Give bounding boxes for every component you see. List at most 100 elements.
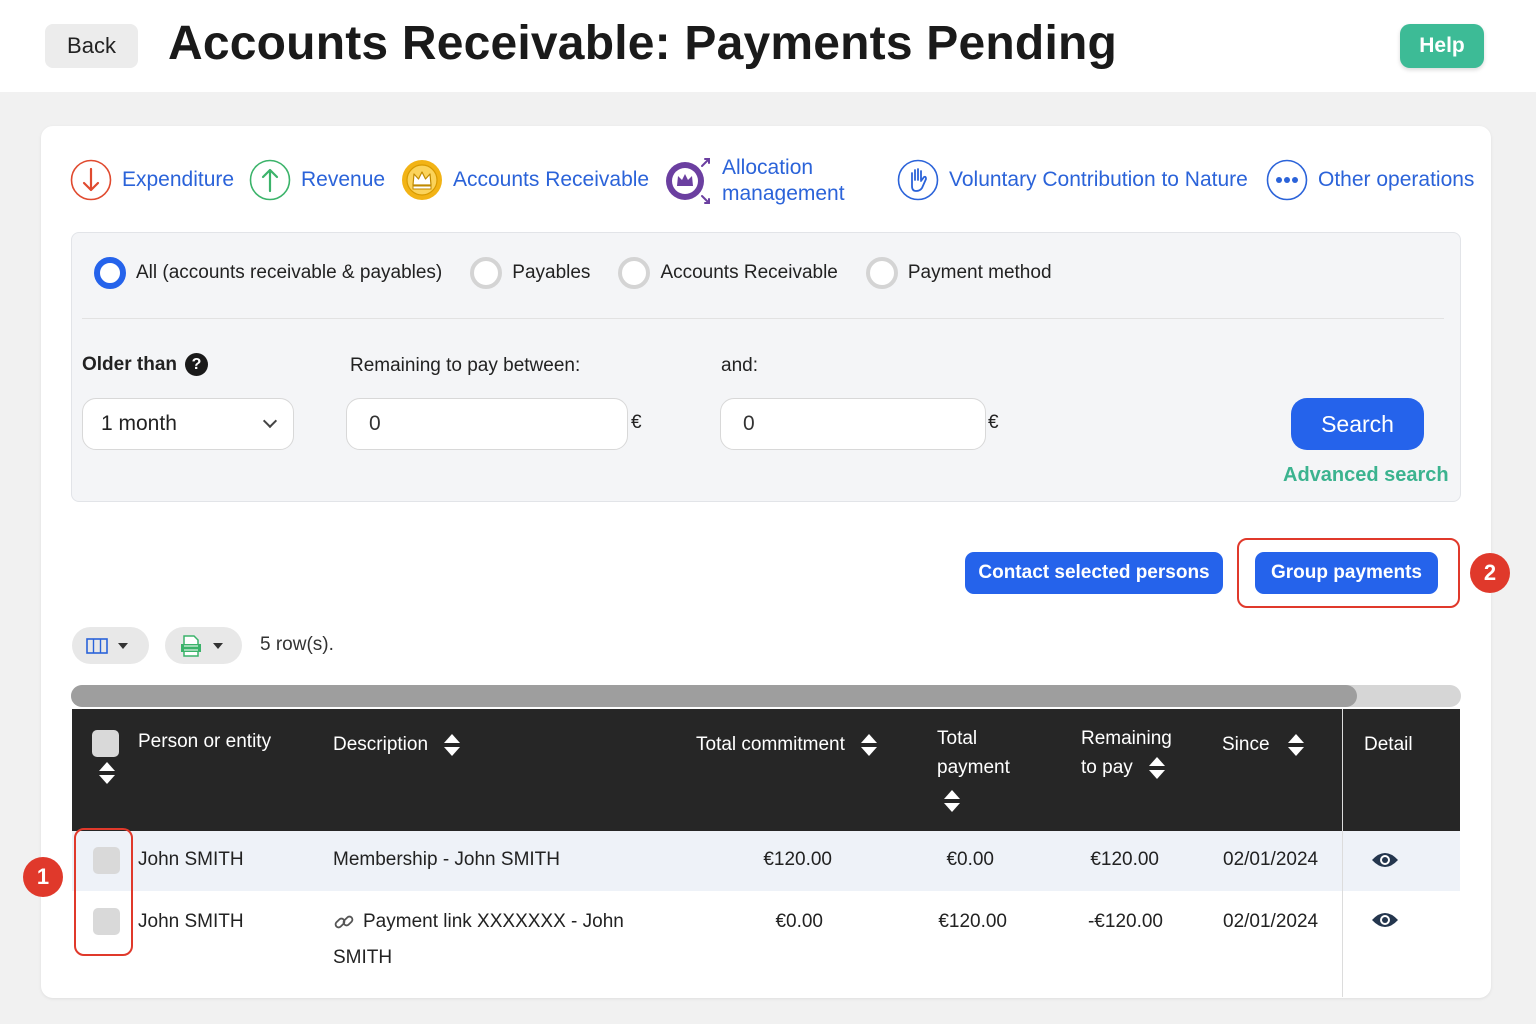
eye-icon[interactable] [1371, 911, 1399, 929]
nav-expenditure[interactable]: Expenditure [70, 159, 234, 201]
row-since: 02/01/2024 [1223, 911, 1319, 932]
back-button[interactable]: Back [45, 24, 138, 68]
help-question-icon[interactable]: ? [185, 353, 209, 376]
arrow-down-icon [70, 159, 112, 201]
nav-expenditure-label: Expenditure [122, 168, 235, 191]
row-count: 5 row(s). [260, 634, 334, 655]
sort-icon[interactable] [943, 790, 961, 812]
remaining-min-input[interactable] [346, 398, 628, 450]
col-total-commitment-label: Total commitment [696, 734, 845, 755]
row-total-commitment: €0.00 [775, 911, 823, 932]
col-description-label: Description [333, 734, 429, 755]
callout-badge-2: 2 [1470, 553, 1510, 593]
nav-accounts-receivable[interactable]: Accounts Receivable [401, 159, 649, 201]
row-description: Payment link XXXXXXX - John [363, 911, 624, 932]
row-description-line2: SMITH [333, 947, 393, 968]
nav-voluntary-contribution-label: Voluntary Contribution to Nature [949, 168, 1248, 191]
columns-menu-button[interactable] [72, 627, 149, 664]
caret-down-icon [118, 642, 128, 649]
columns-icon [86, 637, 108, 654]
col-total-payment-1[interactable]: Total [937, 724, 977, 753]
checkbox-highlight [74, 828, 133, 956]
export-menu-button[interactable] [165, 627, 242, 664]
col-remaining[interactable]: to pay [1081, 753, 1166, 782]
row-remaining: -€120.00 [1087, 911, 1163, 932]
nav-revenue-label: Revenue [301, 168, 386, 191]
arrow-up-icon [249, 159, 291, 201]
currency-label: € [631, 412, 642, 433]
col-since[interactable]: Since [1222, 730, 1305, 759]
row-since: 02/01/2024 [1223, 849, 1319, 870]
page-title: Accounts Receivable: Payments Pending [168, 17, 1118, 70]
chevron-down-icon [262, 413, 278, 429]
nav-voluntary-contribution[interactable]: Voluntary Contribution to Nature [897, 159, 1248, 201]
radio-payables-label: Payables [512, 262, 591, 283]
nav-other-operations[interactable]: Other operations [1266, 159, 1474, 201]
remaining-between-label: Remaining to pay between: [350, 355, 581, 376]
older-than-text: Older than [82, 353, 178, 375]
scrollbar-thumb[interactable] [71, 685, 1357, 707]
top-bar: Back Accounts Receivable: Payments Pendi… [0, 0, 1536, 92]
radio-unselected-icon [470, 257, 503, 289]
row-person: John SMITH [138, 911, 244, 932]
sort-icon[interactable] [860, 733, 878, 756]
row-total-commitment: €120.00 [763, 849, 832, 870]
col-person[interactable]: Person or entity [138, 727, 271, 756]
col-since-label: Since [1222, 734, 1270, 755]
table-row[interactable]: John SMITH Payment link XXXXXXX - John S… [72, 891, 1342, 983]
search-button[interactable]: Search [1291, 398, 1424, 450]
row-detail-cell [1343, 831, 1460, 891]
allocation-icon [666, 158, 710, 204]
older-than-select[interactable]: 1 month [82, 398, 294, 450]
nav-revenue[interactable]: Revenue [249, 159, 385, 201]
contact-selected-button[interactable]: Contact selected persons [965, 552, 1223, 594]
sort-icon[interactable] [98, 762, 116, 784]
radio-accounts-receivable[interactable]: Accounts Receivable [618, 257, 838, 289]
hand-icon [897, 159, 939, 201]
nav-allocation-management[interactable]: Allocation management [664, 155, 852, 207]
table-row[interactable]: John SMITH Membership - John SMITH €120.… [72, 831, 1342, 891]
caret-down-icon [213, 642, 223, 649]
older-than-label: Older than ? [82, 353, 209, 376]
col-remaining-2: to pay [1081, 757, 1133, 778]
sort-icon[interactable] [1287, 733, 1305, 756]
callout-badge-1: 1 [23, 857, 63, 897]
col-remaining-1[interactable]: Remaining [1081, 724, 1172, 753]
nav-other-operations-label: Other operations [1318, 168, 1475, 191]
select-all-checkbox[interactable] [92, 730, 119, 757]
radio-unselected-icon [618, 257, 651, 289]
radio-payables[interactable]: Payables [470, 257, 590, 289]
col-total-commitment[interactable]: Total commitment [696, 730, 878, 759]
row-description: Membership - John SMITH [333, 849, 561, 870]
row-total-payment: €120.00 [938, 911, 1007, 932]
more-dots-icon [1266, 159, 1308, 201]
row-total-payment: €0.00 [946, 849, 994, 870]
col-detail: Detail [1364, 734, 1413, 755]
radio-payment-method-label: Payment method [907, 262, 1052, 283]
spreadsheet-export-icon [181, 634, 201, 657]
radio-all-label: All (accounts receivable & payables) [136, 262, 443, 283]
horizontal-scrollbar[interactable] [71, 685, 1461, 707]
remaining-max-input[interactable] [720, 398, 986, 450]
filter-panel: All (accounts receivable & payables) Pay… [71, 232, 1461, 502]
row-remaining: €120.00 [1090, 849, 1159, 870]
nav-accounts-receivable-label: Accounts Receivable [453, 168, 650, 191]
row-person: John SMITH [138, 849, 244, 870]
advanced-search-link[interactable]: Advanced search [1283, 464, 1449, 487]
divider [82, 318, 1444, 319]
older-than-value: 1 month [101, 412, 177, 435]
help-button[interactable]: Help [1400, 24, 1484, 68]
sort-icon[interactable] [1148, 756, 1166, 779]
radio-unselected-icon [865, 257, 898, 289]
link-icon [334, 915, 354, 929]
crown-icon [402, 160, 442, 200]
radio-accounts-receivable-label: Accounts Receivable [660, 262, 838, 283]
currency-label: € [988, 412, 999, 433]
radio-all[interactable]: All (accounts receivable & payables) [94, 257, 442, 289]
eye-icon[interactable] [1371, 851, 1399, 869]
group-payments-highlight [1237, 538, 1460, 608]
col-description[interactable]: Description [333, 730, 461, 759]
sort-icon[interactable] [443, 733, 461, 756]
col-total-payment-2[interactable]: payment [937, 753, 1010, 782]
radio-payment-method[interactable]: Payment method [865, 257, 1052, 289]
